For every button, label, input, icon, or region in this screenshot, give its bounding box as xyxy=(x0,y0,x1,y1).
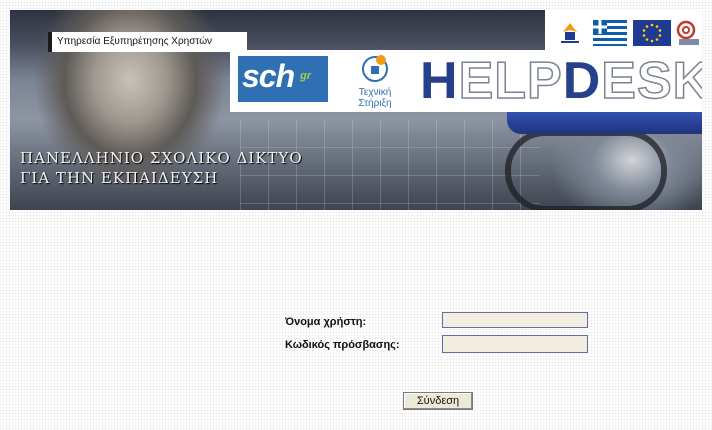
username-input[interactable] xyxy=(442,312,588,328)
at-sign-logo-icon xyxy=(675,20,701,46)
header-banner: Υπηρεσία Εξυπηρέτησης Χρηστών sch gr Τεχ… xyxy=(10,10,702,210)
subtitle-line-2: ΓΙΑ ΤΗΝ ΕΚΠΑΙΔΕΥΣΗ xyxy=(20,169,219,187)
helpdesk-letters-esk: ESK xyxy=(601,51,702,111)
tech-support-line2: Στήριξη xyxy=(358,98,392,109)
helpdesk-letter-d: D xyxy=(562,52,602,110)
tech-support-icon xyxy=(362,55,388,82)
helpdesk-letters-elp: ELP xyxy=(458,51,563,111)
password-input[interactable] xyxy=(442,335,588,353)
service-label: Υπηρεσία Εξυπηρέτησης Χρηστών xyxy=(48,32,247,52)
subtitle-line-1: ΠΑΝΕΛΛΗΝΙΟ ΣΧΟΛΙΚΟ ΔΙΚΤΥΟ xyxy=(20,149,303,167)
logo-panel: sch gr Τεχνική Στήριξη HELPDESK xyxy=(230,50,702,112)
ministry-logo-icon xyxy=(557,20,583,46)
tech-support-logo: Τεχνική Στήριξη xyxy=(345,54,405,110)
banner-blue-bar xyxy=(507,112,702,134)
password-label: Κωδικός πρόσβασης: xyxy=(285,339,400,351)
username-label: Όνομα χρήστη: xyxy=(285,316,367,328)
banner-subtitle: ΠΑΝΕΛΛΗΝΙΟ ΣΧΟΛΙΚΟ ΔΙΚΤΥΟ ΓΙΑ ΤΗΝ ΕΚΠΑΙΔ… xyxy=(20,148,303,188)
helpdesk-logo: HELPDESK xyxy=(420,51,702,111)
sch-logo: sch gr xyxy=(238,56,328,102)
eu-flag-icon xyxy=(633,20,671,46)
sch-logo-text: sch xyxy=(242,58,295,94)
helpdesk-letter-h: H xyxy=(420,52,459,110)
greek-flag-icon xyxy=(593,20,627,46)
glasses-graphic xyxy=(505,130,667,210)
tech-support-line1: Τεχνική xyxy=(358,87,392,98)
sch-logo-suffix: gr xyxy=(300,70,311,82)
login-button[interactable]: Σύνδεση xyxy=(403,392,473,410)
